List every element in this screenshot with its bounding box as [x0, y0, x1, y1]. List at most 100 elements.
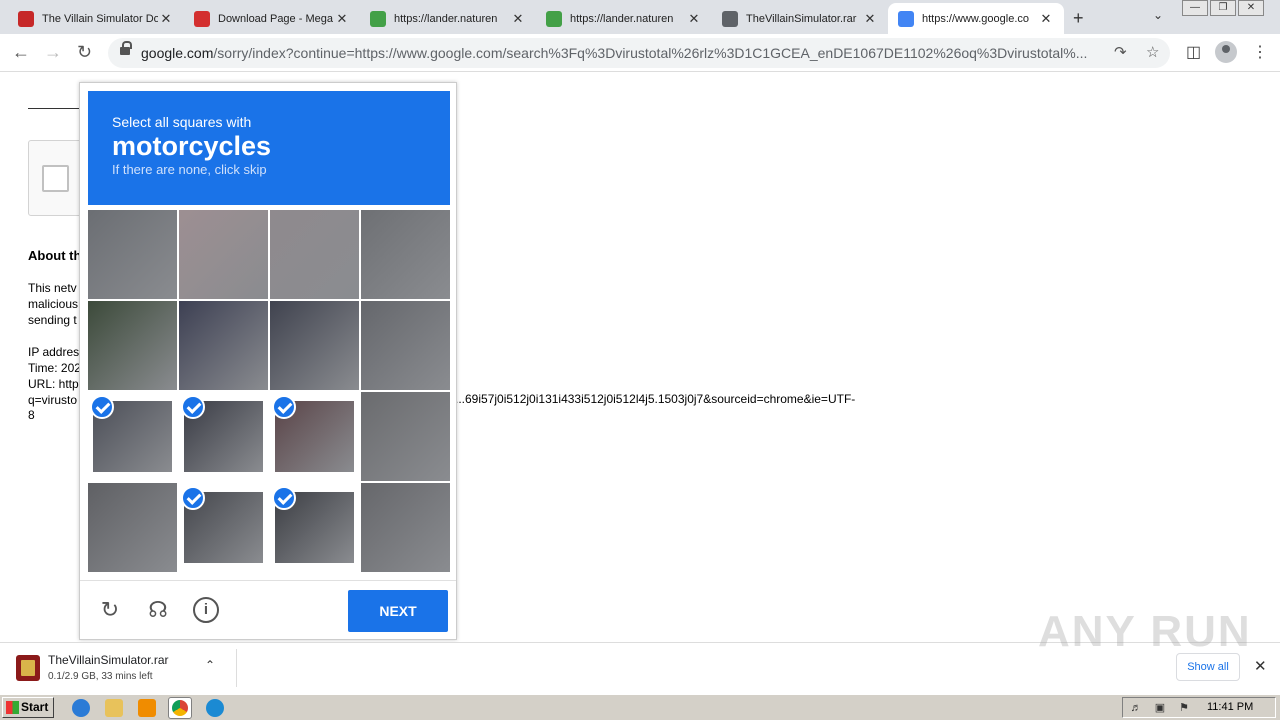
tile-image — [88, 483, 177, 572]
lock-icon[interactable] — [120, 41, 132, 57]
close-icon[interactable]: ✕ — [1254, 657, 1267, 675]
url-text-continued: ...69i57j0i512j0i131i433i512j0i512l4j5.1… — [455, 392, 856, 406]
captcha-tile[interactable] — [88, 483, 177, 572]
download-filename[interactable]: TheVillainSimulator.rar — [48, 653, 169, 667]
flag-icon[interactable]: ⚑ — [1177, 701, 1191, 715]
close-tab-icon[interactable]: ✕ — [1038, 11, 1054, 27]
recaptcha-checkbox[interactable] — [42, 165, 69, 192]
checkmark-icon — [181, 395, 205, 419]
folder-icon[interactable] — [105, 699, 123, 717]
minimize-button[interactable]: — — [1182, 0, 1208, 16]
share-icon[interactable]: ↷ — [1114, 43, 1127, 61]
side-panel-icon[interactable]: ◫ — [1186, 42, 1201, 62]
divider — [236, 649, 237, 687]
tab-strip: The Villain Simulator Do ✕ Download Page -… — [0, 0, 1280, 34]
browser-tab[interactable]: https://lander.naturen ✕ — [536, 3, 712, 34]
checkmark-icon — [90, 395, 114, 419]
favicon-icon — [898, 10, 914, 27]
tab-title: TheVillainSimulator.rar — [746, 12, 857, 25]
network-icon[interactable]: ▣ — [1153, 701, 1167, 715]
start-button[interactable]: Start — [2, 697, 54, 718]
target-object: motorcycles — [112, 131, 272, 161]
captcha-tile[interactable] — [179, 210, 268, 299]
captcha-tile[interactable] — [270, 483, 359, 572]
captcha-tile[interactable] — [179, 301, 268, 390]
watermark-logo: ANY RUN — [1038, 607, 1252, 656]
info-icon[interactable]: i — [193, 597, 219, 623]
taskbar: Start ♬ ▣ ⚑ 11:41 PM — [0, 694, 1280, 720]
close-tab-icon[interactable]: ✕ — [510, 11, 526, 27]
captcha-tile[interactable] — [88, 301, 177, 390]
browser-tab[interactable]: The Villain Simulator Do ✕ — [8, 3, 184, 34]
browser-tab[interactable]: https://www.google.co ✕ — [888, 3, 1064, 34]
tile-image — [361, 210, 450, 299]
browser-tab[interactable]: Download Page - Mega ✕ — [184, 3, 360, 34]
captcha-tile[interactable] — [88, 392, 177, 481]
restore-button[interactable]: ❐ — [1210, 0, 1236, 16]
url-text-end: 8 — [28, 408, 35, 422]
browser-tab[interactable]: TheVillainSimulator.rar ✕ — [712, 3, 888, 34]
tile-image — [361, 301, 450, 390]
chrome-taskbar-button[interactable] — [168, 697, 192, 719]
favicon-icon — [194, 10, 210, 27]
captcha-tile[interactable] — [270, 210, 359, 299]
captcha-tile[interactable] — [270, 301, 359, 390]
captcha-tile[interactable] — [361, 392, 450, 481]
window-controls: — ❐ ✕ — [1180, 0, 1264, 18]
tab-title: https://www.google.co — [922, 12, 1030, 25]
show-all-button[interactable]: Show all — [1176, 653, 1240, 681]
favicon-icon — [370, 10, 386, 27]
ie-icon[interactable] — [72, 699, 90, 717]
close-window-button[interactable]: ✕ — [1238, 0, 1264, 16]
favicon-icon — [722, 10, 738, 27]
captcha-tile[interactable] — [179, 392, 268, 481]
tab-search-chevron-icon[interactable]: ⌄ — [1153, 8, 1163, 22]
clock[interactable]: 11:41 PM — [1207, 701, 1253, 713]
captcha-tile[interactable] — [361, 210, 450, 299]
next-button[interactable]: NEXT — [348, 590, 448, 632]
media-player-icon[interactable] — [138, 699, 156, 717]
browser-toolbar: ← → ↻ google.com/sorry/index?continue=ht… — [0, 34, 1280, 72]
captcha-challenge-dialog: Select all squares with motorcycles If t… — [79, 82, 457, 640]
close-tab-icon[interactable]: ✕ — [334, 11, 350, 27]
tile-image — [179, 301, 268, 390]
profile-avatar[interactable] — [1215, 41, 1237, 63]
chrome-icon — [172, 700, 188, 716]
tab-title: The Villain Simulator Do — [42, 12, 158, 25]
captcha-image-grid — [88, 210, 450, 572]
back-icon[interactable]: ← — [12, 42, 30, 63]
captcha-tile[interactable] — [179, 483, 268, 572]
captcha-tile[interactable] — [361, 301, 450, 390]
chevron-up-icon[interactable]: ⌃ — [205, 658, 215, 672]
url-text[interactable]: google.com/sorry/index?continue=https://… — [141, 45, 1111, 61]
reload-icon[interactable]: ↻ — [77, 42, 92, 63]
close-tab-icon[interactable]: ✕ — [158, 11, 174, 27]
rar-file-icon[interactable] — [16, 655, 40, 681]
checkmark-icon — [272, 395, 296, 419]
address-bar[interactable]: google.com/sorry/index?continue=https://… — [108, 38, 1170, 68]
captcha-tile[interactable] — [361, 483, 450, 572]
volume-icon[interactable]: ♬ — [1129, 701, 1143, 715]
download-status: 0.1/2.9 GB, 33 mins left — [48, 671, 153, 682]
system-tray: ♬ ▣ ⚑ 11:41 PM — [1122, 697, 1276, 718]
audio-challenge-icon[interactable]: ☊ — [145, 597, 171, 623]
captcha-tile[interactable] — [270, 392, 359, 481]
browser-tab[interactable]: https://lander.naturen ✕ — [360, 3, 536, 34]
reload-challenge-icon[interactable]: ↻ — [97, 597, 123, 623]
tile-image — [88, 210, 177, 299]
tile-image — [270, 210, 359, 299]
menu-kebab-icon[interactable]: ⋮ — [1252, 42, 1268, 62]
new-tab-button[interactable]: + — [1073, 8, 1084, 29]
bookmark-star-icon[interactable]: ☆ — [1146, 43, 1159, 61]
checkmark-icon — [181, 486, 205, 510]
instruction-text: Select all squares with — [112, 114, 252, 130]
edge-icon[interactable] — [206, 699, 224, 717]
checkmark-icon — [272, 486, 296, 510]
tile-image — [361, 483, 450, 572]
captcha-instructions: Select all squares with motorcycles If t… — [88, 91, 450, 205]
forward-icon[interactable]: → — [44, 42, 62, 63]
tile-image — [270, 301, 359, 390]
captcha-tile[interactable] — [88, 210, 177, 299]
close-tab-icon[interactable]: ✕ — [862, 11, 878, 27]
close-tab-icon[interactable]: ✕ — [686, 11, 702, 27]
